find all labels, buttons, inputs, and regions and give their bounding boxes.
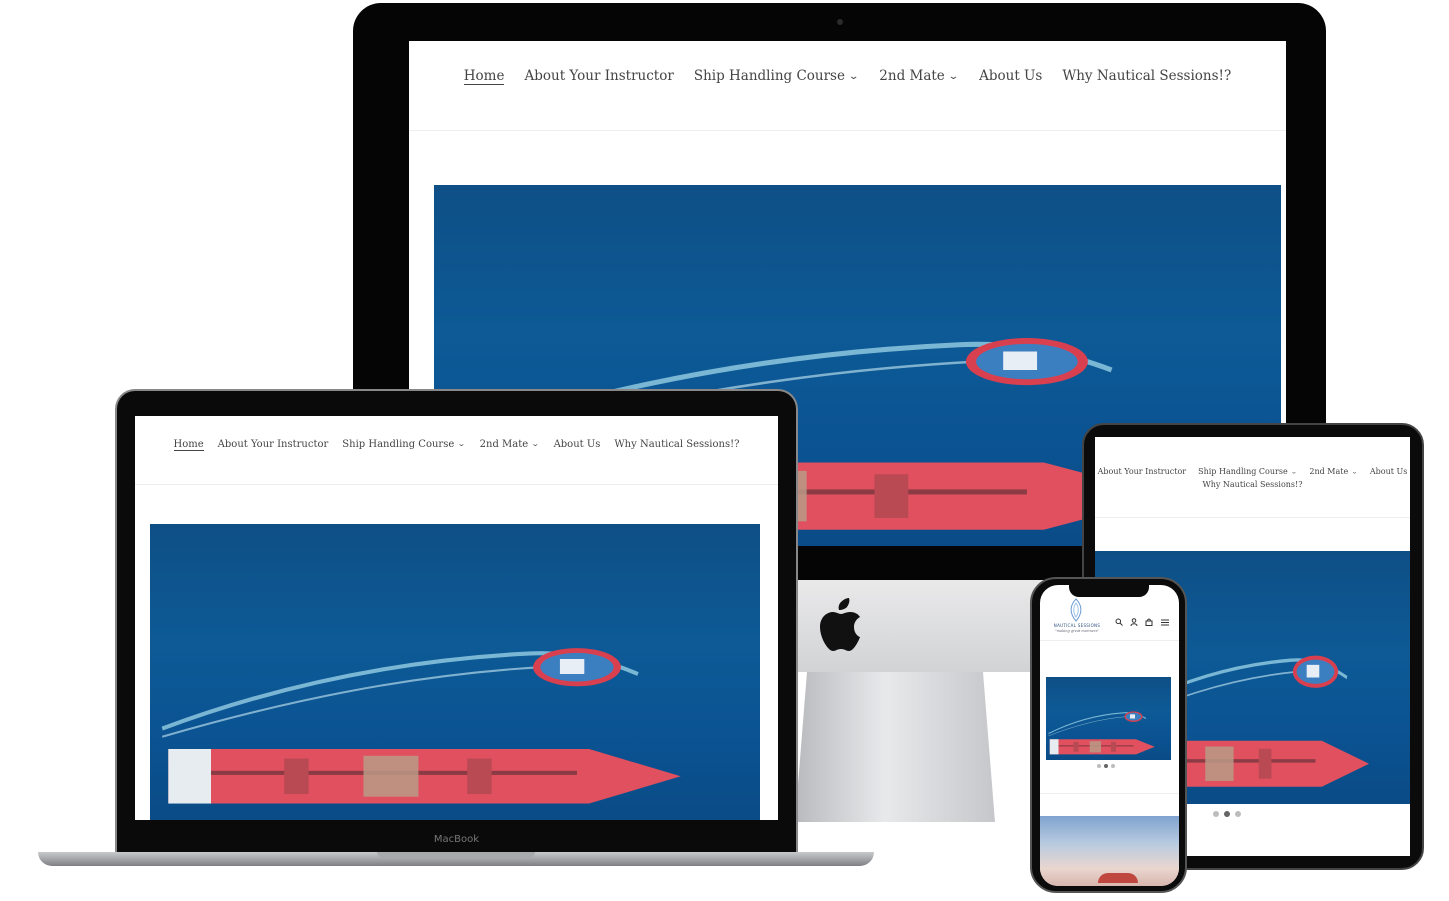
slider-dot[interactable] bbox=[1224, 811, 1230, 817]
chevron-down-icon: ⌄ bbox=[1290, 468, 1298, 475]
nav-ship-handling-label: Ship Handling Course bbox=[342, 439, 455, 450]
slider-dot[interactable] bbox=[1104, 764, 1108, 768]
logo-title: NAUTICAL SESSIONS bbox=[1053, 623, 1101, 628]
ship-bow bbox=[1098, 873, 1138, 883]
header-divider bbox=[409, 130, 1286, 131]
slider-dots bbox=[1213, 811, 1241, 817]
chevron-down-icon: ⌄ bbox=[457, 440, 466, 449]
slider-dots bbox=[1097, 764, 1115, 768]
nav-2nd-mate-label: 2nd Mate bbox=[479, 439, 529, 450]
main-nav: About Your Instructor Ship Handling Cour… bbox=[1095, 467, 1410, 476]
account-icon[interactable] bbox=[1130, 618, 1138, 626]
nav-2nd-mate[interactable]: 2nd Mate ⌄ bbox=[879, 68, 959, 85]
nav-about-us[interactable]: About Us bbox=[554, 439, 601, 451]
hero-slide-image[interactable] bbox=[1046, 677, 1171, 760]
nav-why[interactable]: Why Nautical Sessions!? bbox=[1062, 68, 1231, 85]
logo-tagline: "making great mariners" bbox=[1054, 629, 1100, 633]
nav-home[interactable]: Home bbox=[463, 68, 505, 85]
main-nav: Home About Your Instructor Ship Handling… bbox=[409, 68, 1286, 85]
nav-about-instructor[interactable]: About Your Instructor bbox=[218, 439, 329, 451]
cart-icon[interactable] bbox=[1145, 618, 1153, 626]
nav-ship-handling-label: Ship Handling Course bbox=[693, 68, 845, 84]
nav-2nd-mate[interactable]: 2nd Mate ⌄ bbox=[1309, 467, 1358, 476]
nautical-sessions-logo[interactable] bbox=[1064, 597, 1088, 623]
chevron-down-icon: ⌄ bbox=[847, 70, 860, 82]
hero-slide-image[interactable] bbox=[150, 524, 760, 820]
macbook-notch bbox=[377, 852, 535, 858]
slider-dot[interactable] bbox=[1235, 811, 1241, 817]
apple-logo-icon bbox=[820, 598, 860, 651]
header-divider bbox=[1040, 640, 1179, 641]
header-divider bbox=[135, 484, 778, 485]
imac-stand bbox=[795, 672, 995, 822]
slider-dot[interactable] bbox=[1097, 764, 1101, 768]
main-nav-row-2: Why Nautical Sessions!? bbox=[1095, 480, 1410, 489]
nav-ship-handling-label: Ship Handling Course bbox=[1198, 467, 1288, 476]
nav-about-instructor[interactable]: About Your Instructor bbox=[1098, 467, 1187, 476]
nav-why[interactable]: Why Nautical Sessions!? bbox=[614, 439, 739, 451]
chevron-down-icon: ⌄ bbox=[1351, 468, 1358, 475]
nav-about-us[interactable]: About Us bbox=[979, 68, 1042, 85]
imac-camera bbox=[837, 19, 843, 25]
search-icon[interactable] bbox=[1115, 618, 1123, 626]
macbook-screen: Home About Your Instructor Ship Handling… bbox=[135, 416, 778, 820]
main-nav: Home About Your Instructor Ship Handling… bbox=[135, 439, 778, 451]
slider-dot[interactable] bbox=[1111, 764, 1115, 768]
nav-2nd-mate-label: 2nd Mate bbox=[1309, 467, 1349, 476]
section-divider bbox=[1040, 793, 1179, 794]
slider-dot[interactable] bbox=[1213, 811, 1219, 817]
nav-2nd-mate[interactable]: 2nd Mate ⌄ bbox=[480, 439, 540, 451]
nav-ship-handling[interactable]: Ship Handling Course ⌄ bbox=[694, 68, 859, 85]
nav-ship-handling[interactable]: Ship Handling Course ⌄ bbox=[342, 439, 465, 451]
chevron-down-icon: ⌄ bbox=[947, 70, 960, 82]
nav-about-us[interactable]: About Us bbox=[1370, 467, 1407, 476]
ship-illustration bbox=[161, 648, 681, 804]
menu-icon[interactable] bbox=[1161, 619, 1169, 626]
nav-about-instructor[interactable]: About Your Instructor bbox=[524, 68, 673, 85]
nav-2nd-mate-label: 2nd Mate bbox=[879, 68, 945, 84]
sky-image bbox=[1040, 816, 1179, 886]
nav-ship-handling[interactable]: Ship Handling Course ⌄ bbox=[1198, 467, 1297, 476]
iphone-notch bbox=[1069, 585, 1149, 597]
chevron-down-icon: ⌄ bbox=[531, 440, 540, 449]
header-divider bbox=[1095, 517, 1410, 518]
nav-home[interactable]: Home bbox=[173, 439, 204, 451]
iphone-screen: NAUTICAL SESSIONS "making great mariners… bbox=[1040, 585, 1179, 886]
nav-why[interactable]: Why Nautical Sessions!? bbox=[1202, 480, 1302, 489]
macbook-label: MacBook bbox=[433, 834, 480, 845]
ship-illustration bbox=[1048, 711, 1155, 755]
